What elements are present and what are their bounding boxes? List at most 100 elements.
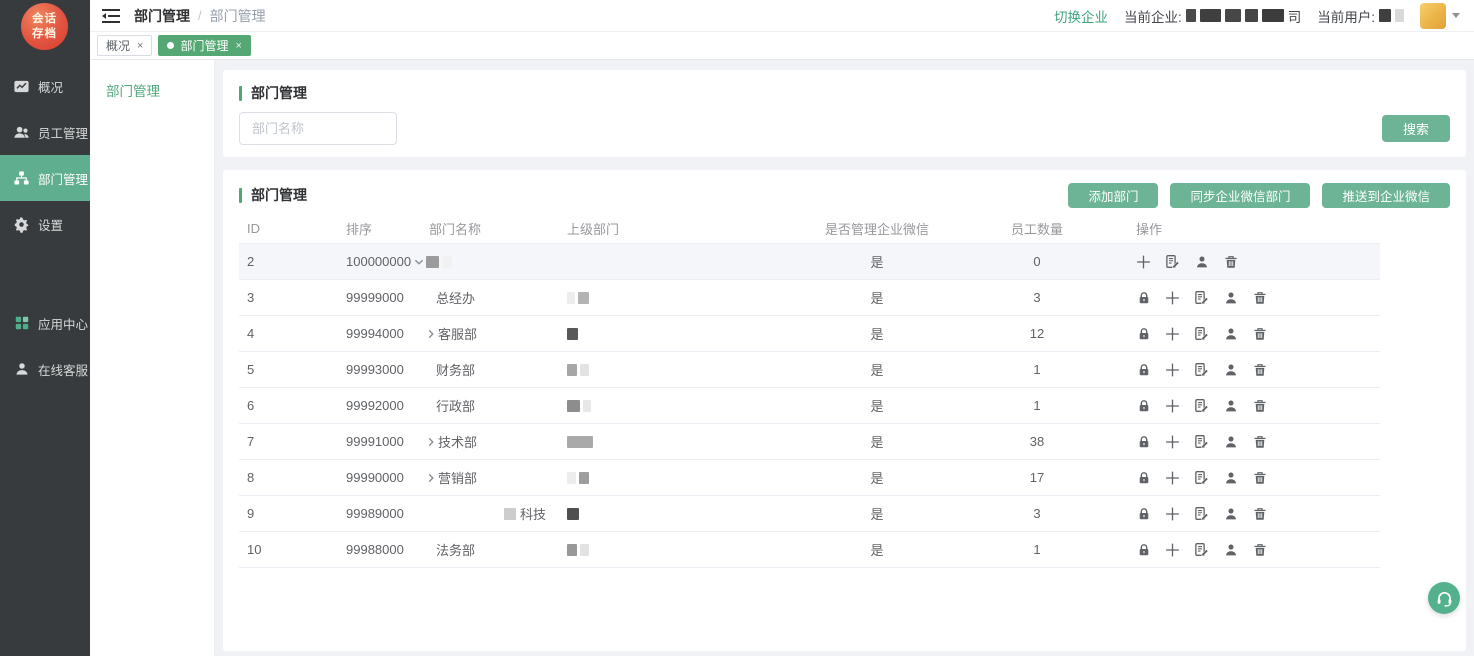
user-menu[interactable] <box>1420 3 1460 29</box>
table-row[interactable]: 899990000营销部是17 <box>239 460 1380 496</box>
cell-sort: 99999000 <box>339 290 413 305</box>
department-name-input[interactable] <box>239 112 397 145</box>
delete-icon[interactable] <box>1252 398 1267 413</box>
chevron-right-icon[interactable] <box>425 436 437 448</box>
members-icon[interactable] <box>1223 398 1238 413</box>
table-row[interactable]: 399999000总经办是3 <box>239 280 1380 316</box>
add-subdepartment-icon[interactable] <box>1165 362 1180 377</box>
chevron-down-icon[interactable] <box>413 256 425 268</box>
lock-icon[interactable] <box>1136 290 1151 305</box>
sidebar-item-label: 部门管理 <box>38 169 88 188</box>
members-icon[interactable] <box>1223 290 1238 305</box>
cell-employee-count: 1 <box>957 542 1117 557</box>
delete-icon[interactable] <box>1252 542 1267 557</box>
sidebar-item-label: 员工管理 <box>38 123 88 142</box>
members-icon[interactable] <box>1223 542 1238 557</box>
add-subdepartment-icon[interactable] <box>1165 398 1180 413</box>
members-icon[interactable] <box>1223 470 1238 485</box>
add-subdepartment-icon[interactable] <box>1165 542 1180 557</box>
sync-wecom-departments-button[interactable]: 同步企业微信部门 <box>1170 183 1310 208</box>
add-subdepartment-icon[interactable] <box>1165 434 1180 449</box>
lock-icon[interactable] <box>1136 542 1151 557</box>
delete-icon[interactable] <box>1223 254 1238 269</box>
submenu-item-departments[interactable]: 部门管理 <box>90 60 214 100</box>
delete-icon[interactable] <box>1252 290 1267 305</box>
members-icon[interactable] <box>1194 254 1209 269</box>
breadcrumb-current[interactable]: 部门管理 <box>134 6 190 26</box>
edit-icon[interactable] <box>1194 542 1209 557</box>
switch-company-link[interactable]: 切换企业 <box>1054 6 1108 26</box>
chevron-right-icon[interactable] <box>425 472 437 484</box>
redacted-text <box>504 508 516 520</box>
close-tab-icon[interactable]: × <box>235 40 241 52</box>
sidebar-item-app-center[interactable]: 应用中心 <box>0 300 90 346</box>
table-row[interactable]: 499994000客服部是12 <box>239 316 1380 352</box>
column-header-parent: 上级部门 <box>567 219 797 238</box>
add-subdepartment-icon[interactable] <box>1136 254 1151 269</box>
cell-employee-count: 12 <box>957 326 1117 341</box>
edit-icon[interactable] <box>1194 326 1209 341</box>
user-avatar[interactable] <box>1420 3 1446 29</box>
department-name-text: 营销部 <box>438 468 477 487</box>
lock-icon[interactable] <box>1136 434 1151 449</box>
cell-wecom-managed: 是 <box>797 432 957 451</box>
members-icon[interactable] <box>1223 506 1238 521</box>
sidebar-item-overview[interactable]: 概况 <box>0 63 90 109</box>
sidebar-item-settings[interactable]: 设置 <box>0 201 90 247</box>
chevron-right-icon[interactable] <box>425 328 437 340</box>
sidebar-item-departments[interactable]: 部门管理 <box>0 155 90 201</box>
sidebar-item-online-support[interactable]: 在线客服 <box>0 346 90 392</box>
add-subdepartment-icon[interactable] <box>1165 326 1180 341</box>
chevron-down-icon[interactable] <box>1452 13 1460 18</box>
add-subdepartment-icon[interactable] <box>1165 290 1180 305</box>
redacted-text <box>567 328 578 340</box>
members-icon[interactable] <box>1223 434 1238 449</box>
table-row[interactable]: 1099988000法务部是1 <box>239 532 1380 568</box>
delete-icon[interactable] <box>1252 326 1267 341</box>
edit-icon[interactable] <box>1194 398 1209 413</box>
online-support-fab[interactable] <box>1428 582 1460 614</box>
add-subdepartment-icon[interactable] <box>1165 470 1180 485</box>
edit-icon[interactable] <box>1165 254 1180 269</box>
delete-icon[interactable] <box>1252 434 1267 449</box>
edit-icon[interactable] <box>1194 434 1209 449</box>
sidebar-item-employees[interactable]: 员工管理 <box>0 109 90 155</box>
push-to-wecom-button[interactable]: 推送到企业微信 <box>1322 183 1450 208</box>
delete-icon[interactable] <box>1252 470 1267 485</box>
cell-parent-department <box>567 544 797 556</box>
title-accent-bar <box>239 188 242 203</box>
tab-departments[interactable]: 部门管理 × <box>158 35 250 56</box>
edit-icon[interactable] <box>1194 290 1209 305</box>
members-icon[interactable] <box>1223 326 1238 341</box>
table-row[interactable]: 799991000技术部是38 <box>239 424 1380 460</box>
table-row[interactable]: 699992000行政部是1 <box>239 388 1380 424</box>
close-tab-icon[interactable]: × <box>137 40 143 52</box>
lock-icon[interactable] <box>1136 326 1151 341</box>
cell-sort: 99993000 <box>339 362 413 377</box>
table-row[interactable]: 999989000科技是3 <box>239 496 1380 532</box>
current-user: 当前用户: <box>1317 6 1404 26</box>
lock-icon[interactable] <box>1136 506 1151 521</box>
lock-icon[interactable] <box>1136 362 1151 377</box>
department-name-text: 法务部 <box>436 540 475 559</box>
delete-icon[interactable] <box>1252 362 1267 377</box>
add-department-button[interactable]: 添加部门 <box>1068 183 1158 208</box>
tab-overview[interactable]: 概况 × <box>97 35 152 56</box>
table-row[interactable]: 2100000000是0 <box>239 244 1380 280</box>
edit-icon[interactable] <box>1194 470 1209 485</box>
cell-id: 2 <box>239 254 339 269</box>
app-logo[interactable]: 会话 存档 <box>21 3 68 50</box>
add-subdepartment-icon[interactable] <box>1165 506 1180 521</box>
edit-icon[interactable] <box>1194 506 1209 521</box>
members-icon[interactable] <box>1223 362 1238 377</box>
cell-wecom-managed: 是 <box>797 396 957 415</box>
search-button[interactable]: 搜索 <box>1382 115 1450 142</box>
edit-icon[interactable] <box>1194 362 1209 377</box>
lock-icon[interactable] <box>1136 398 1151 413</box>
tab-label: 部门管理 <box>180 37 228 54</box>
collapse-menu-icon[interactable] <box>102 9 120 23</box>
delete-icon[interactable] <box>1252 506 1267 521</box>
table-row[interactable]: 599993000财务部是1 <box>239 352 1380 388</box>
lock-icon[interactable] <box>1136 470 1151 485</box>
redacted-user-name <box>1379 9 1404 22</box>
